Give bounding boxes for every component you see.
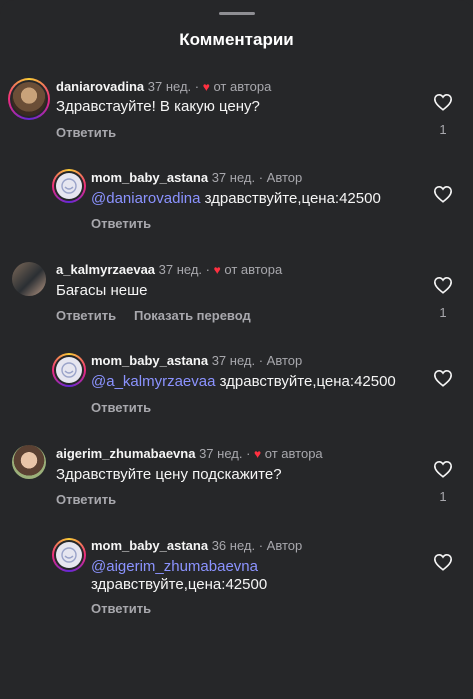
avatar[interactable] xyxy=(52,538,86,572)
comment-meta: a_kalmyrzaevaa 37 нед. · ♥ от автора xyxy=(56,262,283,277)
comment-meta: mom_baby_astana 37 нед. · Автор xyxy=(91,353,303,368)
comment-text: @a_kalmyrzaevaa здравствуйте,цена:42500 xyxy=(91,373,396,390)
page-title: Комментарии xyxy=(179,30,294,49)
comment-meta: mom_baby_astana 37 нед. · Автор xyxy=(91,170,303,185)
avatar[interactable] xyxy=(52,169,86,203)
heart-icon: ♥ xyxy=(202,80,210,94)
like-heart-icon[interactable] xyxy=(433,276,453,294)
avatar[interactable] xyxy=(8,78,50,120)
drag-handle[interactable] xyxy=(219,12,255,15)
comment-time: 37 нед. xyxy=(158,262,203,277)
comment-time: 36 нед. xyxy=(211,538,256,553)
reply-button[interactable]: Ответить xyxy=(56,308,116,323)
comment-meta: mom_baby_astana 36 нед. · Автор xyxy=(91,538,303,553)
like-count: 1 xyxy=(439,305,447,320)
comment-text: @daniarovadina здравствуйте,цена:42500 xyxy=(91,190,381,207)
heart-icon: ♥ xyxy=(213,263,221,277)
username[interactable]: mom_baby_astana xyxy=(91,170,208,185)
comments-sheet: Комментарии daniarovadina 37 нед. · ♥ от… xyxy=(0,0,473,699)
like-heart-icon[interactable] xyxy=(433,460,453,478)
reply-button[interactable]: Ответить xyxy=(56,125,116,140)
avatar[interactable] xyxy=(12,262,46,296)
like-heart-icon[interactable] xyxy=(433,185,453,203)
reply-button[interactable]: Ответить xyxy=(91,601,151,616)
like-heart-icon[interactable] xyxy=(433,369,453,387)
author-label: Автор xyxy=(266,353,303,368)
mention-link[interactable]: @a_kalmyrzaevaa xyxy=(91,373,215,390)
author-like-label: от автора xyxy=(224,262,283,277)
author-like-label: от автора xyxy=(213,79,272,94)
comment-time: 37 нед. xyxy=(211,170,256,185)
comment-text: здравствуйте,цена:42500 xyxy=(91,576,268,593)
comment-meta: daniarovadina 37 нед. · ♥ от автора xyxy=(56,79,272,94)
comment-text: Здравствуйте цену подскажите? xyxy=(56,466,282,483)
like-count: 1 xyxy=(439,489,447,504)
author-like-label: от автора xyxy=(264,446,323,461)
comment-meta: aigerim_zhumabaevna 37 нед. · ♥ от автор… xyxy=(56,446,323,461)
like-heart-icon[interactable] xyxy=(433,553,453,571)
mention-link[interactable]: @aigerim_zhumabaevna xyxy=(91,558,258,575)
translate-button[interactable]: Показать перевод xyxy=(134,308,251,323)
comment-time: 37 нед. xyxy=(147,79,192,94)
avatar[interactable] xyxy=(12,445,46,479)
username[interactable]: mom_baby_astana xyxy=(91,353,208,368)
heart-icon: ♥ xyxy=(254,447,262,461)
username[interactable]: mom_baby_astana xyxy=(91,538,208,553)
reply-button[interactable]: Ответить xyxy=(91,400,151,415)
comment-text: Бағасы неше xyxy=(56,282,148,299)
reply-button[interactable]: Ответить xyxy=(91,216,151,231)
avatar[interactable] xyxy=(52,353,86,387)
username[interactable]: daniarovadina xyxy=(56,79,144,94)
reply-button[interactable]: Ответить xyxy=(56,492,116,507)
comment-text: Здравстауйте! В какую цену? xyxy=(56,98,260,115)
author-label: Автор xyxy=(266,170,303,185)
username[interactable]: aigerim_zhumabaevna xyxy=(56,446,195,461)
mention-link[interactable]: @daniarovadina xyxy=(91,190,200,207)
author-label: Автор xyxy=(266,538,303,553)
comment-time: 37 нед. xyxy=(199,446,243,461)
like-count: 1 xyxy=(439,122,447,137)
comment-time: 37 нед. xyxy=(211,353,256,368)
username[interactable]: a_kalmyrzaevaa xyxy=(56,262,155,277)
like-heart-icon[interactable] xyxy=(433,93,453,111)
